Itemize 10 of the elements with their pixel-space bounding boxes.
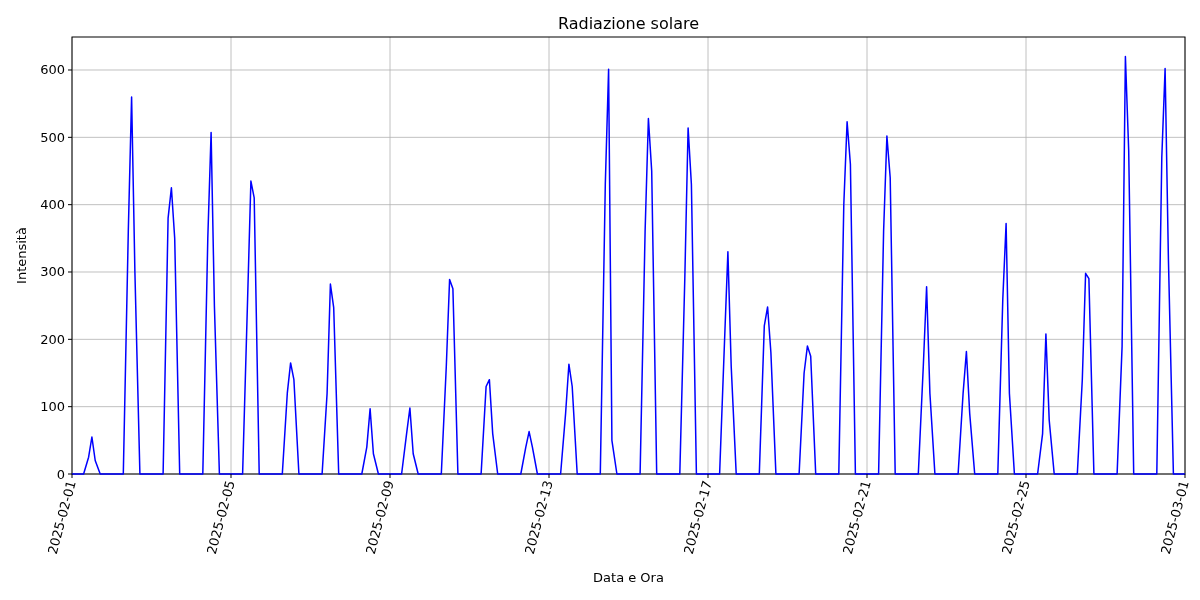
y-tick-label: 600 <box>40 62 65 78</box>
y-tick-label: 500 <box>40 129 65 145</box>
x-axis-label: Data e Ora <box>593 570 664 585</box>
chart-title: Radiazione solare <box>557 14 700 33</box>
y-tick-label: 300 <box>40 264 65 280</box>
y-tick-label: 0 <box>56 466 65 482</box>
y-axis-label: Intensità <box>14 227 29 284</box>
y-tick-label: 200 <box>40 331 65 347</box>
y-tick-label: 100 <box>40 399 65 415</box>
y-tick-label: 400 <box>40 197 65 213</box>
